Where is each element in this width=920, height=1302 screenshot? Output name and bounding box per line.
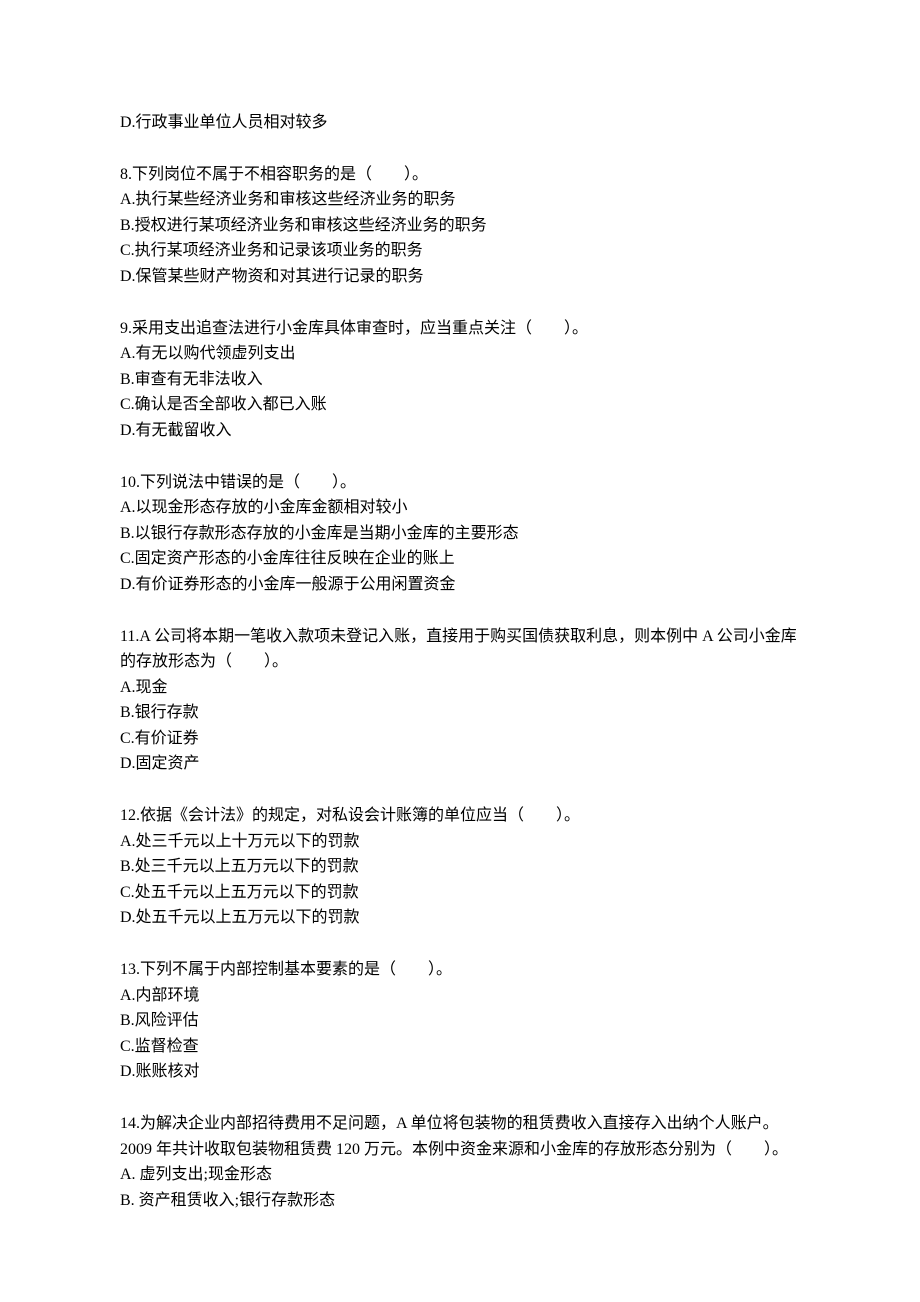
option-d-orphan: D.行政事业单位人员相对较多 [120, 110, 800, 136]
option-d: D.固定资产 [120, 751, 800, 777]
question-14: 14.为解决企业内部招待费用不足问题，A 单位将包装物的租赁费收入直接存入出纳个… [120, 1111, 800, 1213]
option-c: C.监督检查 [120, 1034, 800, 1060]
option-a: A.内部环境 [120, 983, 800, 1009]
option-c: C.有价证券 [120, 726, 800, 752]
option-b: B.风险评估 [120, 1008, 800, 1034]
option-d: D.保管某些财产物资和对其进行记录的职务 [120, 264, 800, 290]
option-d: D.有价证券形态的小金库一般源于公用闲置资金 [120, 572, 800, 598]
question-11: 11.A 公司将本期一笔收入款项未登记入账，直接用于购买国债获取利息，则本例中 … [120, 624, 800, 778]
option-a: A. 虚列支出;现金形态 [120, 1162, 800, 1188]
question-stem: 12.依据《会计法》的规定，对私设会计账簿的单位应当（ ）。 [120, 803, 800, 829]
question-13: 13.下列不属于内部控制基本要素的是（ ）。 A.内部环境 B.风险评估 C.监… [120, 957, 800, 1085]
option-a: A.处三千元以上十万元以下的罚款 [120, 829, 800, 855]
option-c: C.处五千元以上五万元以下的罚款 [120, 880, 800, 906]
option-d: D.账账核对 [120, 1059, 800, 1085]
option-a: A.有无以购代领虚列支出 [120, 341, 800, 367]
question-10: 10.下列说法中错误的是（ ）。 A.以现金形态存放的小金库金额相对较小 B.以… [120, 470, 800, 598]
question-stem: 13.下列不属于内部控制基本要素的是（ ）。 [120, 957, 800, 983]
option-b: B.处三千元以上五万元以下的罚款 [120, 854, 800, 880]
option-d: D.有无截留收入 [120, 418, 800, 444]
question-stem: 11.A 公司将本期一笔收入款项未登记入账，直接用于购买国债获取利息，则本例中 … [120, 624, 800, 675]
option-b: B. 资产租赁收入;银行存款形态 [120, 1188, 800, 1214]
option-c: C.执行某项经济业务和记录该项业务的职务 [120, 238, 800, 264]
question-stem: 10.下列说法中错误的是（ ）。 [120, 470, 800, 496]
option-b: B.授权进行某项经济业务和审核这些经济业务的职务 [120, 213, 800, 239]
question-stem: 8.下列岗位不属于不相容职务的是（ ）。 [120, 162, 800, 188]
option-b: B.以银行存款形态存放的小金库是当期小金库的主要形态 [120, 521, 800, 547]
option-d: D.处五千元以上五万元以下的罚款 [120, 905, 800, 931]
question-stem: 9.采用支出追查法进行小金库具体审查时，应当重点关注（ ）。 [120, 316, 800, 342]
option-a: A.现金 [120, 675, 800, 701]
option-c: C.确认是否全部收入都已入账 [120, 392, 800, 418]
question-8: 8.下列岗位不属于不相容职务的是（ ）。 A.执行某些经济业务和审核这些经济业务… [120, 162, 800, 290]
option-a: A.以现金形态存放的小金库金额相对较小 [120, 495, 800, 521]
option-c: C.固定资产形态的小金库往往反映在企业的账上 [120, 546, 800, 572]
question-12: 12.依据《会计法》的规定，对私设会计账簿的单位应当（ ）。 A.处三千元以上十… [120, 803, 800, 931]
option-b: B.银行存款 [120, 700, 800, 726]
option-a: A.执行某些经济业务和审核这些经济业务的职务 [120, 187, 800, 213]
question-9: 9.采用支出追查法进行小金库具体审查时，应当重点关注（ ）。 A.有无以购代领虚… [120, 316, 800, 444]
option-b: B.审查有无非法收入 [120, 367, 800, 393]
question-stem: 14.为解决企业内部招待费用不足问题，A 单位将包装物的租赁费收入直接存入出纳个… [120, 1111, 800, 1162]
